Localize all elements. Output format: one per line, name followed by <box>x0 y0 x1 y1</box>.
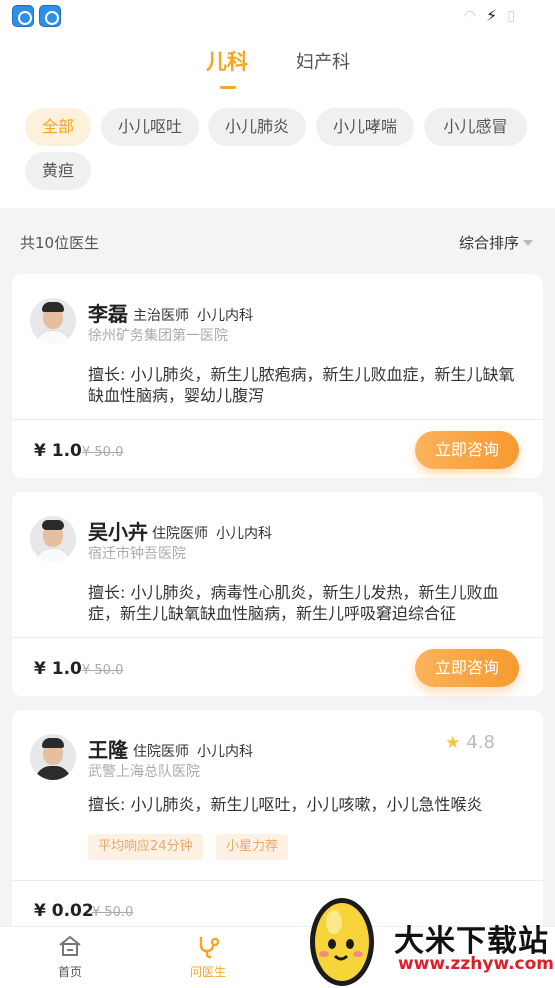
filter-chip[interactable]: 小儿肺炎 <box>208 108 306 146</box>
doctor-department: 小儿内科 <box>216 526 272 542</box>
consult-price: ¥ 0.02 <box>34 901 94 921</box>
doctor-avatar <box>30 516 76 562</box>
original-price: ¥ 50.0 <box>82 445 124 460</box>
doctor-department: 小儿内科 <box>197 744 253 760</box>
tab-obstetrics[interactable]: 妇产科 <box>296 48 350 74</box>
wifi-icon: ◠ <box>463 7 477 24</box>
sort-dropdown[interactable]: 综合排序 <box>459 232 533 253</box>
doctor-card[interactable]: 李磊 主治医师 小儿内科 徐州矿务集团第一医院 擅长: 小儿肺炎，新生儿脓疱病，… <box>12 274 543 478</box>
watermark-url: www.zzhyw.com <box>398 954 555 974</box>
doctor-name: 李磊 <box>88 302 128 326</box>
consult-price: ¥ 1.0 <box>34 441 82 461</box>
rating-value: 4.8 <box>466 732 495 753</box>
stethoscope-icon <box>199 937 220 959</box>
doctor-name: 王隆 <box>88 738 128 762</box>
list-header: 共10位医生 综合排序 <box>0 218 555 264</box>
caret-down-icon <box>523 239 533 246</box>
filter-chip-all[interactable]: 全部 <box>25 108 91 146</box>
sort-label: 综合排序 <box>458 234 519 252</box>
doctor-specialty: 擅长: 小儿肺炎，病毒性心肌炎，新生儿发热，新生儿败血症，新生儿缺氧缺血性脑病，… <box>88 583 499 623</box>
doctor-hospital: 武警上海总队医院 <box>88 764 200 780</box>
response-time-tag: 平均响应24分钟 <box>88 834 203 860</box>
charging-icon: ⚡ <box>486 6 498 25</box>
doctor-count: 共10位医生 <box>20 234 100 252</box>
status-bar: ◠ ⚡ ▯ <box>0 0 555 30</box>
disease-filter-chips: 全部 小儿呕吐 小儿肺炎 小儿哮喘 小儿感冒 黄疸 <box>0 104 555 208</box>
doctor-rating: ★ 4.8 <box>445 732 495 753</box>
tab-active-indicator <box>220 86 236 89</box>
mascot-logo <box>310 898 374 986</box>
card-divider <box>12 880 543 881</box>
nav-ask-doctor-label: 问医生 <box>189 965 226 979</box>
doctor-title: 主治医师 <box>133 308 189 324</box>
filter-chip[interactable]: 小儿哮喘 <box>316 108 414 146</box>
doctor-title: 住院医师 <box>133 744 189 760</box>
tab-pediatrics[interactable]: 儿科 <box>206 46 248 76</box>
filter-chip[interactable]: 小儿感冒 <box>424 108 527 146</box>
app-notification-icon <box>12 5 34 27</box>
consult-button[interactable]: 立即咨询 <box>415 649 519 687</box>
nav-ask-doctor[interactable]: 问医生 <box>178 933 238 980</box>
nav-home-label: 首页 <box>57 965 82 979</box>
status-icons: ◠ ⚡ ▯ <box>464 6 515 25</box>
doctor-department: 小儿内科 <box>197 308 253 324</box>
doctor-specialty: 擅长: 小儿肺炎，新生儿呕吐，小儿咳嗽，小儿急性喉炎 <box>88 795 483 814</box>
filter-chip[interactable]: 小儿呕吐 <box>101 108 199 146</box>
doctor-card[interactable]: 吴小卉 住院医师 小儿内科 宿迁市钟吾医院 擅长: 小儿肺炎，病毒性心肌炎，新生… <box>12 492 543 696</box>
recommend-tag: 小星力荐 <box>216 834 289 860</box>
doctor-hospital: 徐州矿务集团第一医院 <box>88 328 228 344</box>
app-notification-icon <box>39 5 61 27</box>
original-price: ¥ 50.0 <box>82 663 124 678</box>
doctor-avatar <box>30 298 76 344</box>
doctor-specialty: 擅长: 小儿肺炎，新生儿脓疱病，新生儿败血症，新生儿缺氧缺血性脑病，婴幼儿腹泻 <box>88 365 515 405</box>
home-icon <box>59 935 81 956</box>
consult-price: ¥ 1.0 <box>34 659 82 679</box>
filter-chip[interactable]: 黄疸 <box>25 152 91 190</box>
nav-home[interactable]: 首页 <box>40 933 100 980</box>
doctor-name: 吴小卉 <box>88 520 148 544</box>
star-icon: ★ <box>445 732 461 753</box>
site-watermark: 大米下载站 www.zzhyw.com <box>300 892 555 988</box>
original-price: ¥ 50.0 <box>92 905 134 920</box>
doctor-title: 住院医师 <box>152 526 208 542</box>
card-divider <box>12 419 543 420</box>
department-tabs: 儿科 妇产科 <box>0 30 555 110</box>
doctor-avatar <box>30 734 76 780</box>
card-divider <box>12 637 543 638</box>
doctor-hospital: 宿迁市钟吾医院 <box>88 546 186 562</box>
consult-button[interactable]: 立即咨询 <box>415 431 519 469</box>
battery-icon: ▯ <box>507 7 515 24</box>
